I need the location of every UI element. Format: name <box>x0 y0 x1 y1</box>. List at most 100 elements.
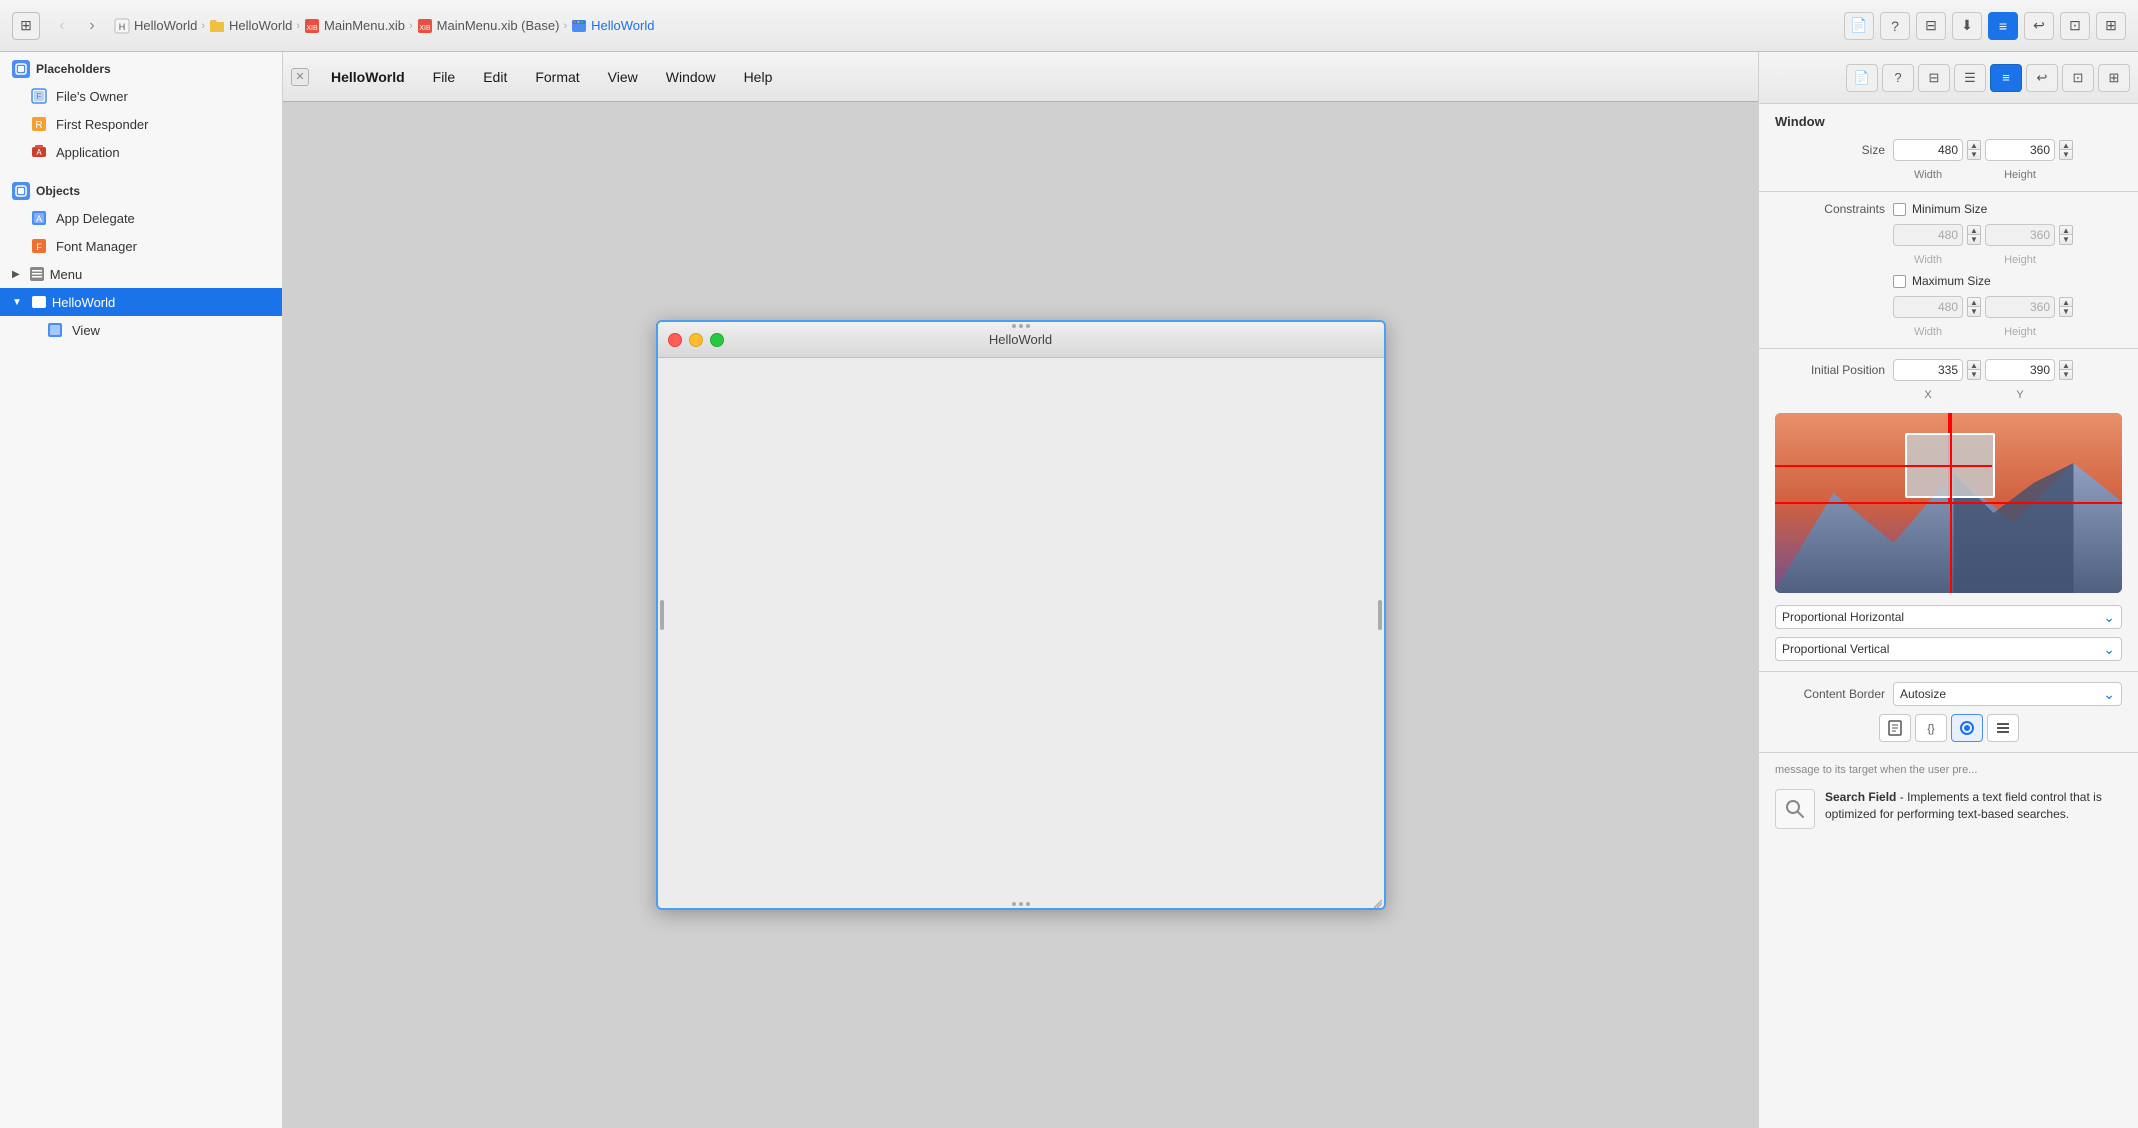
y-down[interactable]: ▼ <box>2059 370 2073 380</box>
width-stepper-up[interactable]: ▲ <box>1967 140 1981 150</box>
y-input[interactable]: 390 <box>1985 359 2055 381</box>
width-stepper[interactable]: ▲ ▼ <box>1967 140 1981 160</box>
undo-btn[interactable]: ↩ <box>2024 12 2054 40</box>
min-height-stepper[interactable]: ▲ ▼ <box>2059 225 2073 245</box>
min-height-up[interactable]: ▲ <box>2059 225 2073 235</box>
max-height-up[interactable]: ▲ <box>2059 297 2073 307</box>
placeholders-label: Placeholders <box>36 62 111 76</box>
forward-button[interactable]: › <box>78 12 106 40</box>
x-up[interactable]: ▲ <box>1967 360 1981 370</box>
inspector-effects-btn[interactable]: ⊞ <box>2098 64 2130 92</box>
inspector-quick-btn[interactable]: ? <box>1882 64 1914 92</box>
sidebar-item-fontmanager[interactable]: F Font Manager <box>0 232 282 260</box>
menubar-format[interactable]: Format <box>521 63 593 91</box>
min-width-input[interactable]: 480 <box>1893 224 1963 246</box>
inspector-btn[interactable]: ⊟ <box>1916 12 1946 40</box>
icon-btn-doc[interactable] <box>1879 714 1911 742</box>
breadcrumb-mainmenu-xib-base[interactable]: XIB MainMenu.xib (Base) <box>417 18 560 34</box>
x-down[interactable]: ▼ <box>1967 370 1981 380</box>
right-resize-handle[interactable] <box>1378 600 1382 630</box>
grid-icon[interactable]: ⊞ <box>12 12 40 40</box>
menubar-help[interactable]: Help <box>730 63 787 91</box>
menubar-view[interactable]: View <box>594 63 652 91</box>
y-stepper[interactable]: ▲ ▼ <box>2059 360 2073 380</box>
breadcrumb-helloworld-folder[interactable]: HelloWorld <box>209 18 292 34</box>
icon-btn-list[interactable] <box>1987 714 2019 742</box>
divider-3 <box>1759 671 2138 672</box>
y-up[interactable]: ▲ <box>2059 360 2073 370</box>
traffic-light-green[interactable] <box>710 333 724 347</box>
pos-labels-row: X Y <box>1759 385 2138 405</box>
placeholders-icon <box>12 60 30 78</box>
breadcrumb-helloworld-window[interactable]: HelloWorld <box>571 18 654 34</box>
horizontal-dropdown[interactable]: Proportional Horizontal ⌄ <box>1775 605 2122 629</box>
svg-text:XIB: XIB <box>419 25 431 32</box>
sidebar-item-appdelegate[interactable]: A App Delegate <box>0 204 282 232</box>
min-size-row: 480 ▲ ▼ 360 ▲ ▼ <box>1759 220 2138 250</box>
height-stepper-down[interactable]: ▼ <box>2059 150 2073 160</box>
menubar-window[interactable]: Window <box>652 63 730 91</box>
inspector-identity-btn[interactable]: ⊟ <box>1918 64 1950 92</box>
menu-label: Menu <box>50 267 83 282</box>
min-width-down[interactable]: ▼ <box>1967 235 1981 245</box>
max-height-down[interactable]: ▼ <box>2059 307 2073 317</box>
breadcrumb-mainmenu-xib[interactable]: XIB MainMenu.xib <box>304 18 405 34</box>
constraints-row: Constraints Minimum Size <box>1759 198 2138 220</box>
min-height-down[interactable]: ▼ <box>2059 235 2073 245</box>
max-width-up[interactable]: ▲ <box>1967 297 1981 307</box>
corner-resize-handle[interactable] <box>1372 896 1382 906</box>
inspector-size-btn[interactable]: ≡ <box>1990 64 2022 92</box>
help-btn[interactable]: ? <box>1880 12 1910 40</box>
back-button[interactable]: ‹ <box>48 12 76 40</box>
traffic-light-red[interactable] <box>668 333 682 347</box>
new-file-btn[interactable]: 📄 <box>1844 12 1874 40</box>
menubar-edit[interactable]: Edit <box>469 63 521 91</box>
sidebar-item-filesowner[interactable]: F File's Owner <box>0 82 282 110</box>
content-border-dropdown[interactable]: Autosize ⌄ <box>1893 682 2122 706</box>
left-resize-handle[interactable] <box>660 600 664 630</box>
max-size-checkbox[interactable] <box>1893 275 1906 288</box>
width-stepper-down[interactable]: ▼ <box>1967 150 1981 160</box>
canvas-close-btn[interactable]: ✕ <box>291 68 309 86</box>
icon-btn-code[interactable]: {} <box>1915 714 1947 742</box>
svg-text:A: A <box>36 148 42 157</box>
width-input[interactable]: 480 <box>1893 139 1963 161</box>
max-width-input[interactable]: 480 <box>1893 296 1963 318</box>
sidebar-item-firstresponder[interactable]: R First Responder <box>0 110 282 138</box>
max-height-stepper[interactable]: ▲ ▼ <box>2059 297 2073 317</box>
min-height-input[interactable]: 360 <box>1985 224 2055 246</box>
menubar-appname[interactable]: HelloWorld <box>317 63 419 91</box>
height-stepper[interactable]: ▲ ▼ <box>2059 140 2073 160</box>
sidebar-item-application[interactable]: A Application <box>0 138 282 166</box>
inspector-attr-btn[interactable]: ☰ <box>1954 64 1986 92</box>
min-size-checkbox[interactable] <box>1893 203 1906 216</box>
download-btn[interactable]: ⬇ <box>1952 12 1982 40</box>
x-input[interactable]: 335 <box>1893 359 1963 381</box>
inspector-binding-btn[interactable]: ⊡ <box>2062 64 2094 92</box>
sidebar-item-menu[interactable]: ▶ Menu <box>0 260 282 288</box>
vertical-dropdown[interactable]: Proportional Vertical ⌄ <box>1775 637 2122 661</box>
x-stepper[interactable]: ▲ ▼ <box>1967 360 1981 380</box>
breadcrumb-label: HelloWorld <box>134 18 197 33</box>
active-btn[interactable]: ≡ <box>1988 12 2018 40</box>
max-height-input[interactable]: 360 <box>1985 296 2055 318</box>
max-width-down[interactable]: ▼ <box>1967 307 1981 317</box>
sidebar-item-view[interactable]: View <box>0 316 282 344</box>
inspector-file-btn[interactable]: 📄 <box>1846 64 1878 92</box>
inspector-conn-btn[interactable]: ↩ <box>2026 64 2058 92</box>
layout-btn[interactable]: ⊡ <box>2060 12 2090 40</box>
grid-btn[interactable]: ⊞ <box>2096 12 2126 40</box>
breadcrumb-helloworld-swift[interactable]: H HelloWorld <box>114 18 197 34</box>
sidebar-item-helloworld[interactable]: ▼ HelloWorld <box>0 288 282 316</box>
min-width-stepper[interactable]: ▲ ▼ <box>1967 225 1981 245</box>
icon-btn-circle[interactable] <box>1951 714 1983 742</box>
menubar-file[interactable]: File <box>419 63 470 91</box>
height-stepper-up[interactable]: ▲ <box>2059 140 2073 150</box>
min-width-up[interactable]: ▲ <box>1967 225 1981 235</box>
window-content[interactable] <box>658 358 1384 908</box>
max-width-stepper[interactable]: ▲ ▼ <box>1967 297 1981 317</box>
height-input[interactable]: 360 <box>1985 139 2055 161</box>
window-breadcrumb-icon <box>571 18 587 34</box>
window-frame[interactable]: HelloWorld <box>656 320 1386 910</box>
traffic-light-yellow[interactable] <box>689 333 703 347</box>
